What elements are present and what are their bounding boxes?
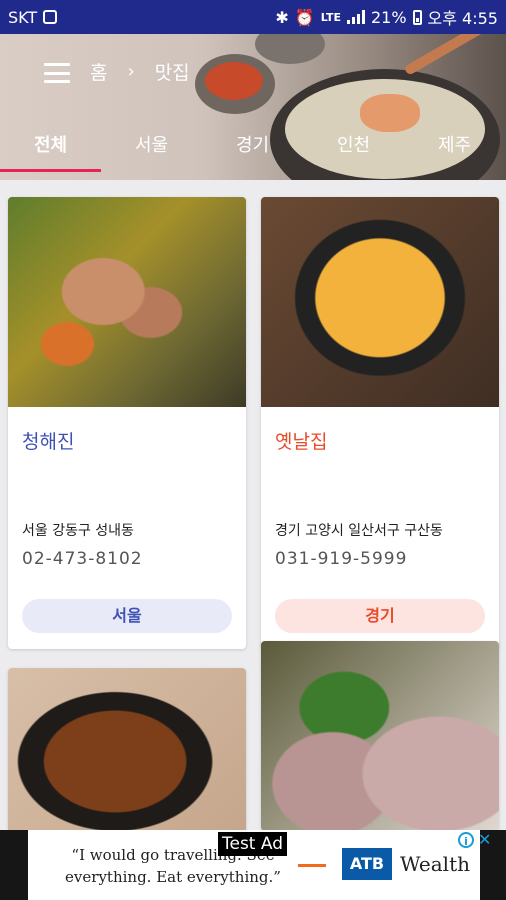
network-type: LTE — [320, 10, 341, 24]
ad-brand-suffix: Wealth — [400, 852, 470, 876]
region-tabs: 전체 서울 경기 인천 제주 — [0, 126, 506, 180]
restaurant-phone[interactable]: 02-473-8102 — [22, 549, 143, 569]
header-photo-dish — [255, 34, 325, 64]
region-chip[interactable]: 경기 — [275, 599, 485, 633]
region-chip[interactable]: 서울 — [22, 599, 232, 633]
restaurant-name: 옛날집 — [275, 431, 328, 453]
tab-all[interactable]: 전체 — [0, 126, 101, 180]
restaurant-address: 경기 고양시 일산서구 구산동 — [275, 523, 443, 539]
alarm-icon: ⏰ — [294, 7, 315, 27]
restaurant-photo — [261, 197, 499, 407]
restaurant-name: 청해진 — [22, 431, 75, 453]
chevron-right-icon: › — [127, 61, 135, 82]
close-icon[interactable]: ✕ — [478, 832, 491, 848]
test-ad-label: Test Ad — [218, 832, 288, 856]
header-photo-kimchi — [195, 54, 275, 114]
tab-incheon[interactable]: 인천 — [303, 126, 404, 180]
bluetooth-icon: ✱ — [275, 7, 289, 27]
tab-jeju[interactable]: 제주 — [404, 126, 505, 180]
signal-icon — [346, 10, 365, 24]
battery-icon — [412, 9, 422, 25]
header-banner: 홈 › 맛집 전체 서울 경기 인천 제주 — [0, 34, 506, 180]
ad-divider — [298, 864, 326, 867]
tab-seoul[interactable]: 서울 — [101, 126, 202, 180]
restaurant-card[interactable] — [8, 668, 246, 838]
menu-icon[interactable] — [44, 63, 70, 83]
restaurant-photo — [261, 641, 499, 831]
battery-percent: 21% — [370, 7, 407, 27]
notification-icon — [43, 10, 58, 24]
restaurant-photo — [8, 668, 246, 838]
ad-controls: i ✕ — [458, 832, 491, 848]
tab-gyeonggi[interactable]: 경기 — [202, 126, 303, 180]
breadcrumb-home[interactable]: 홈 — [90, 58, 107, 85]
clock: 오후 4:55 — [427, 9, 498, 28]
ad-info-icon[interactable]: i — [458, 832, 474, 848]
carrier-label: SKT — [8, 7, 38, 27]
restaurant-address: 서울 강동구 성내동 — [22, 523, 134, 539]
restaurant-card[interactable]: 청해진 서울 강동구 성내동 02-473-8102 서울 — [8, 197, 246, 649]
restaurant-card[interactable]: 옛날집 경기 고양시 일산서구 구산동 031-919-5999 경기 — [261, 197, 499, 649]
restaurant-phone[interactable]: 031-919-5999 — [275, 549, 407, 569]
ad-brand-logo: ATB — [342, 848, 392, 880]
status-bar: SKT ✱ ⏰ LTE 21% 오후 4:55 — [0, 0, 506, 34]
restaurant-photo — [8, 197, 246, 407]
header-photo-spoon-handle — [403, 34, 487, 76]
breadcrumb-current: 맛집 — [154, 62, 190, 84]
restaurant-card[interactable] — [261, 641, 499, 831]
breadcrumb: 홈 › 맛집 — [90, 58, 190, 85]
